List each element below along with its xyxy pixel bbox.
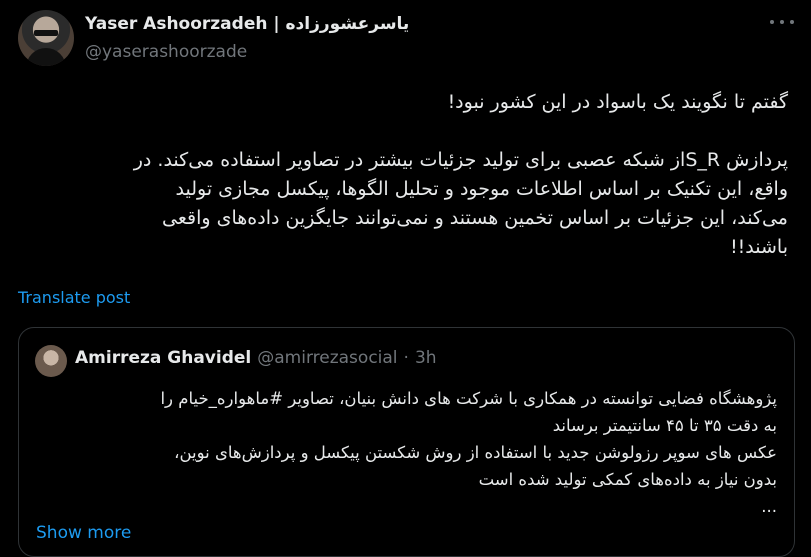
tweet-line: گفتم تا نگویند یک باسواد در این کشور نبو… xyxy=(447,91,788,113)
quoted-author-name[interactable]: Amirreza Ghavidel xyxy=(75,348,251,368)
tweet-text: گفتم تا نگویند یک باسواد در این کشور نبو… xyxy=(18,88,788,262)
quoted-author-avatar[interactable] xyxy=(35,345,67,377)
more-dot xyxy=(780,20,784,24)
quoted-post-time[interactable]: 3h xyxy=(415,348,437,368)
tweet-line: می‌کند، این جزئیات بر اساس تخمین هستند و… xyxy=(162,207,788,229)
quoted-line: به دقت ۳۵ تا ۴۵ سانتیمتر برساند xyxy=(552,416,777,435)
tweet-line: باشند!! xyxy=(730,236,788,258)
author-display-name[interactable]: Yaser Ashoorzadeh | یاسرعشورزاده xyxy=(85,14,409,34)
author-avatar[interactable] xyxy=(18,10,74,66)
quoted-line: عکس های سوپر رزولوشن جدید با استفاده از … xyxy=(174,443,777,462)
avatar-glasses xyxy=(34,30,58,36)
quoted-post-text: پژوهشگاه فضایی توانسته در همکاری با شرکت… xyxy=(37,385,777,520)
quoted-post-header: Amirreza Ghavidel @amirrezasocial · 3h xyxy=(75,348,437,368)
author-handle[interactable]: @yaserashoorzade xyxy=(85,42,247,62)
quoted-line: پژوهشگاه فضایی توانسته در همکاری با شرکت… xyxy=(160,389,777,408)
avatar-shirt xyxy=(26,48,66,66)
quoted-separator: · xyxy=(403,348,409,368)
show-more-link[interactable]: Show more xyxy=(36,523,131,543)
more-horizontal-icon[interactable] xyxy=(770,14,794,30)
author-name-row[interactable]: Yaser Ashoorzadeh | یاسرعشورزاده xyxy=(85,12,409,36)
quoted-author-handle[interactable]: @amirrezasocial xyxy=(257,348,397,368)
tweet-line: واقع، این تکنیک بر اساس اطلاعات موجود و … xyxy=(175,178,788,200)
quoted-post[interactable]: Amirreza Ghavidel @amirrezasocial · 3h پ… xyxy=(18,327,795,557)
more-dot xyxy=(770,20,774,24)
quoted-line: بدون نیاز به داده‌های کمکی تولید شده است xyxy=(478,470,777,489)
translate-post-link[interactable]: Translate post xyxy=(18,288,130,307)
more-dot xyxy=(790,20,794,24)
tweet-line: پردازش S_Rاز شبکه عصبی برای تولید جزئیات… xyxy=(133,149,788,171)
quoted-line: ... xyxy=(761,497,777,516)
